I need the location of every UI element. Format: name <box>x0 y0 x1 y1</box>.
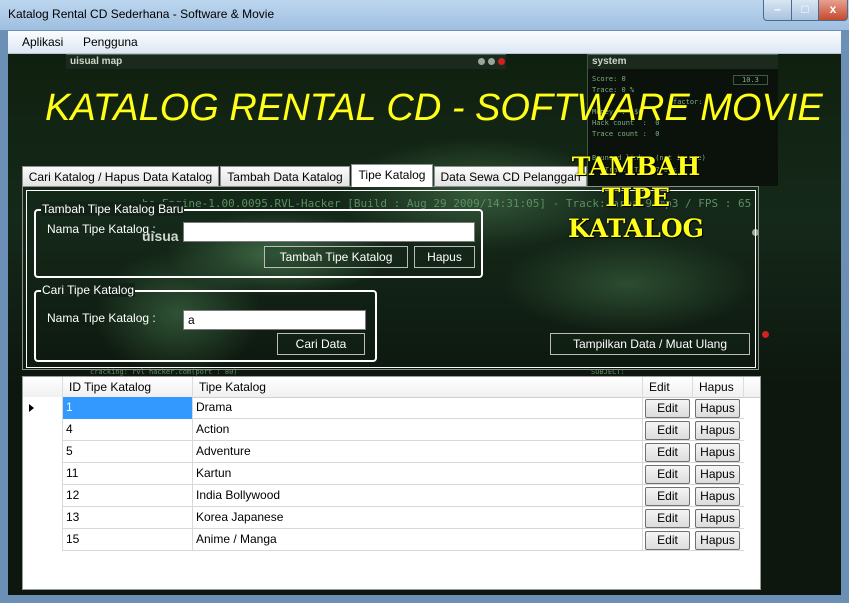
hapus-button[interactable]: Hapus <box>695 487 740 506</box>
system-line: Score: 0 <box>592 75 626 83</box>
edit-button[interactable]: Edit <box>645 443 690 462</box>
table-row[interactable]: 5 Adventure Edit Hapus <box>23 441 744 463</box>
table-row[interactable]: 11 Kartun Edit Hapus <box>23 463 744 485</box>
table-row[interactable]: 15 Anime / Manga Edit Hapus <box>23 529 744 551</box>
delete-type-button[interactable]: Hapus <box>414 246 475 268</box>
row-header-corner <box>23 377 63 397</box>
row-header[interactable] <box>23 419 63 441</box>
row-header[interactable] <box>23 463 63 485</box>
edit-button[interactable]: Edit <box>645 487 690 506</box>
row-header[interactable] <box>23 441 63 463</box>
visual-stub-text: uisua <box>142 228 179 244</box>
cell-tipe[interactable]: Action <box>193 419 643 441</box>
cell-id[interactable]: 5 <box>63 441 193 463</box>
row-header[interactable] <box>23 507 63 529</box>
menu-pengguna[interactable]: Pengguna <box>83 35 138 49</box>
hapus-button[interactable]: Hapus <box>695 509 740 528</box>
search-group-title: Cari Tipe Katalog <box>41 283 136 297</box>
hapus-button[interactable]: Hapus <box>695 531 740 550</box>
row-header[interactable] <box>23 397 63 419</box>
tab-cari-katalog[interactable]: Cari Katalog / Hapus Data Katalog <box>22 166 219 186</box>
cell-id[interactable]: 12 <box>63 485 193 507</box>
add-group-title: Tambah Tipe Katalog Baru <box>41 202 185 216</box>
hapus-button[interactable]: Hapus <box>695 443 740 462</box>
search-field-label: Nama Tipe Katalog : <box>47 311 156 325</box>
tab-data-sewa[interactable]: Data Sewa CD Pelanggan <box>434 166 587 186</box>
score-value: 10.3 <box>733 75 768 85</box>
cell-tipe[interactable]: Kartun <box>193 463 643 485</box>
cell-tipe[interactable]: Drama <box>193 397 643 419</box>
edit-button[interactable]: Edit <box>645 465 690 484</box>
close-icon: x <box>829 2 837 16</box>
column-header-id[interactable]: ID Tipe Katalog <box>63 377 193 397</box>
cell-id[interactable]: 4 <box>63 419 193 441</box>
system-header: system <box>588 54 778 69</box>
catalog-type-grid[interactable]: ID Tipe Katalog Tipe Katalog Edit Hapus … <box>22 376 761 590</box>
side-title-line: TIPE <box>601 183 671 212</box>
title-bar: Katalog Rental CD Sederhana - Software &… <box>0 0 849 30</box>
column-header-hapus[interactable]: Hapus <box>693 377 744 397</box>
visual-map-header: uisual map <box>66 54 506 69</box>
cell-tipe[interactable]: Anime / Manga <box>193 529 643 551</box>
indicator-icon <box>478 58 485 65</box>
search-type-input[interactable]: a <box>183 310 366 330</box>
add-type-button[interactable]: Tambah Tipe Katalog <box>264 246 408 268</box>
edit-button[interactable]: Edit <box>645 531 690 550</box>
search-button[interactable]: Cari Data <box>277 333 365 355</box>
maximize-icon: □ <box>801 2 809 16</box>
grid-header: ID Tipe Katalog Tipe Katalog Edit Hapus <box>23 377 760 398</box>
banner-title: KATALOG RENTAL CD - SOFTWARE MOVIE <box>45 87 823 129</box>
table-row[interactable]: 13 Korea Japanese Edit Hapus <box>23 507 744 529</box>
cell-tipe[interactable]: India Bollywood <box>193 485 643 507</box>
side-title-line: TAMBAH <box>571 152 701 181</box>
add-type-input[interactable] <box>183 222 475 242</box>
side-title: TAMBAH TIPE KATALOG <box>566 151 706 244</box>
window-title: Katalog Rental CD Sederhana - Software &… <box>8 7 275 21</box>
table-row[interactable]: 4 Action Edit Hapus <box>23 419 744 441</box>
row-header[interactable] <box>23 529 63 551</box>
menu-bar: Aplikasi Pengguna <box>8 31 841 54</box>
hapus-button[interactable]: Hapus <box>695 465 740 484</box>
cell-id[interactable]: 15 <box>63 529 193 551</box>
indicator-icon <box>488 58 495 65</box>
edit-button[interactable]: Edit <box>645 509 690 528</box>
add-field-label: Nama Tipe Katalog : <box>47 222 156 236</box>
table-row[interactable]: 12 India Bollywood Edit Hapus <box>23 485 744 507</box>
column-header-edit[interactable]: Edit <box>643 377 693 397</box>
minimize-icon: – <box>774 2 781 16</box>
row-header[interactable] <box>23 485 63 507</box>
cell-id[interactable]: 11 <box>63 463 193 485</box>
menu-aplikasi[interactable]: Aplikasi <box>22 35 63 49</box>
cell-id[interactable]: 13 <box>63 507 193 529</box>
maximize-button[interactable]: □ <box>791 0 819 21</box>
side-title-line: KATALOG <box>567 214 705 243</box>
table-row[interactable]: 1 Drama Edit Hapus <box>23 397 744 419</box>
cell-tipe[interactable]: Adventure <box>193 441 643 463</box>
current-row-icon <box>29 404 34 412</box>
refresh-data-button[interactable]: Tampilkan Data / Muat Ulang <box>550 333 750 355</box>
cell-id[interactable]: 1 <box>63 397 193 419</box>
tab-tambah-data-katalog[interactable]: Tambah Data Katalog <box>220 166 350 186</box>
hapus-button[interactable]: Hapus <box>695 399 740 418</box>
tab-tipe-katalog[interactable]: Tipe Katalog <box>351 164 433 187</box>
minimize-button[interactable]: – <box>763 0 792 21</box>
visual-map-label: uisual map <box>70 56 123 67</box>
edit-button[interactable]: Edit <box>645 421 690 440</box>
close-button[interactable]: x <box>818 0 848 21</box>
indicator-icon <box>498 58 505 65</box>
indicator-icon <box>762 331 769 338</box>
edit-button[interactable]: Edit <box>645 399 690 418</box>
cell-tipe[interactable]: Korea Japanese <box>193 507 643 529</box>
hapus-button[interactable]: Hapus <box>695 421 740 440</box>
system-line: Trace count : 0 <box>592 130 660 138</box>
system-label: system <box>592 56 627 67</box>
column-header-tipe[interactable]: Tipe Katalog <box>193 377 643 397</box>
